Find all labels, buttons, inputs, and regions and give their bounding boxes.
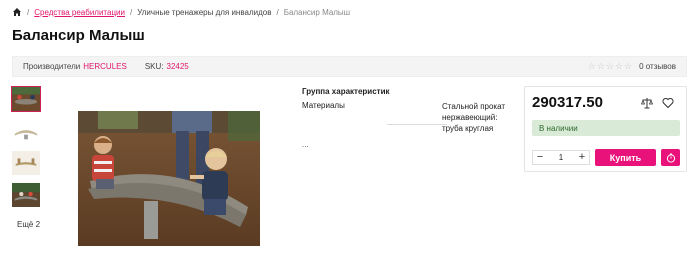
more-images-link[interactable]: Ещё 2 [17,220,40,229]
breadcrumb: / Средства реабилитации / Уличные тренаж… [12,6,350,18]
breadcrumb-separator: / [129,7,133,17]
scales-icon [641,98,653,109]
quick-order-button[interactable] [661,149,680,166]
stock-status: В наличии [532,120,680,136]
quantity-value[interactable]: 1 [547,153,575,162]
spec-row: Материалы Стальной прокат нержавеющий: т… [302,101,512,134]
specifications: Группа характеристик Материалы Стальной … [302,87,512,149]
gallery-thumbnails [11,86,41,214]
star-icon: ☆ [624,61,633,71]
specs-group-title: Группа характеристик [302,87,390,96]
star-icon: ☆ [605,61,614,71]
breadcrumb-item-rehab[interactable]: Средства реабилитации [34,8,125,17]
reviews-count[interactable]: 0 отзывов [639,62,676,71]
favorite-button[interactable] [659,95,677,111]
compare-button[interactable] [638,95,656,111]
spec-name: Материалы [302,101,345,110]
breadcrumb-item-outdoor[interactable]: Уличные тренажеры для инвалидов [137,8,271,17]
decrease-quantity-button[interactable]: − [533,151,547,164]
heart-icon [662,97,674,109]
star-icon: ☆ [587,61,596,71]
thumbnail-3[interactable] [11,150,41,176]
breadcrumb-separator: / [276,7,279,17]
increase-quantity-button[interactable]: + [575,151,589,164]
page-title: Балансир Малыш [12,27,145,44]
star-icon: ☆ [614,61,624,71]
spec-value: Стальной прокат нержавеющий: труба кругл… [442,102,506,133]
thumbnail-1[interactable] [11,86,41,112]
price: 290317.50 [532,94,603,111]
sku-value: 32425 [166,62,189,71]
specs-more[interactable]: ... [302,140,512,149]
product-main-image[interactable] [78,111,260,246]
breadcrumb-item-current: Балансир Малыш [283,7,351,17]
buy-button[interactable]: Купить [595,149,656,166]
thumbnail-2[interactable] [11,118,41,144]
rating-stars[interactable]: ☆ ☆ ☆ ☆ ☆ 0 отзывов [587,61,676,72]
spec-divider [387,124,447,125]
clock-icon [666,153,675,163]
home-icon[interactable] [12,7,22,17]
star-icon: ☆ [596,61,605,71]
quantity-stepper[interactable]: − 1 + [532,150,590,165]
sku-label: SKU: [144,62,164,71]
manufacturer-label: Производители [23,62,81,71]
manufacturer-link[interactable]: HERCULES [83,62,127,71]
product-info-strip: Производители HERCULES SKU: 32425 ☆ ☆ ☆ … [12,56,687,77]
breadcrumb-separator: / [27,7,30,17]
buy-box: 290317.50 В наличии − 1 + Купить [524,86,687,172]
thumbnail-4[interactable] [11,182,41,208]
